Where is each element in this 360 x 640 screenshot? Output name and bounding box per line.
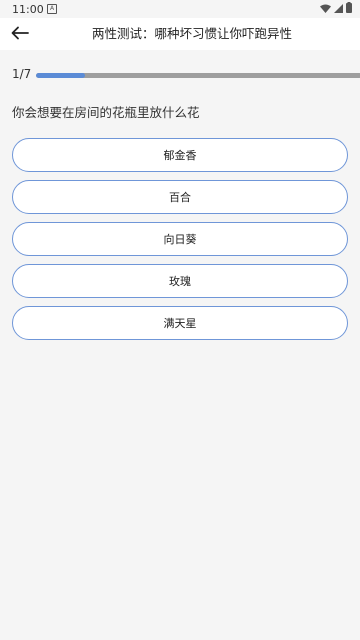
arrow-left-icon bbox=[11, 25, 29, 44]
progress-text: 1/7 bbox=[12, 67, 32, 81]
answer-option-rose[interactable]: 玫瑰 bbox=[12, 264, 348, 298]
answer-option-sunflower[interactable]: 向日葵 bbox=[12, 222, 348, 256]
page-title: 两性测试：哪种坏习惯让你吓跑异性 bbox=[91, 26, 292, 41]
progress-bar-track bbox=[36, 73, 360, 78]
status-time: 11:00 bbox=[12, 3, 44, 16]
answer-options: 郁金香 百合 向日葵 玫瑰 满天星 bbox=[12, 138, 348, 348]
answer-option-babys-breath[interactable]: 满天星 bbox=[12, 306, 348, 340]
notification-a-icon: A bbox=[47, 4, 57, 14]
progress-bar-fill bbox=[36, 73, 85, 78]
battery-icon bbox=[346, 2, 352, 16]
answer-option-lily[interactable]: 百合 bbox=[12, 180, 348, 214]
wifi-icon bbox=[320, 3, 331, 16]
quiz-progress: 1/7 bbox=[12, 66, 360, 84]
app-bar: 两性测试：哪种坏习惯让你吓跑异性 bbox=[0, 18, 360, 50]
signal-icon bbox=[334, 3, 343, 16]
question-text: 你会想要在房间的花瓶里放什么花 bbox=[12, 105, 200, 120]
back-button[interactable] bbox=[8, 22, 32, 46]
status-icons bbox=[320, 2, 352, 16]
answer-option-tulip[interactable]: 郁金香 bbox=[12, 138, 348, 172]
status-bar: 11:00 A bbox=[0, 0, 360, 18]
